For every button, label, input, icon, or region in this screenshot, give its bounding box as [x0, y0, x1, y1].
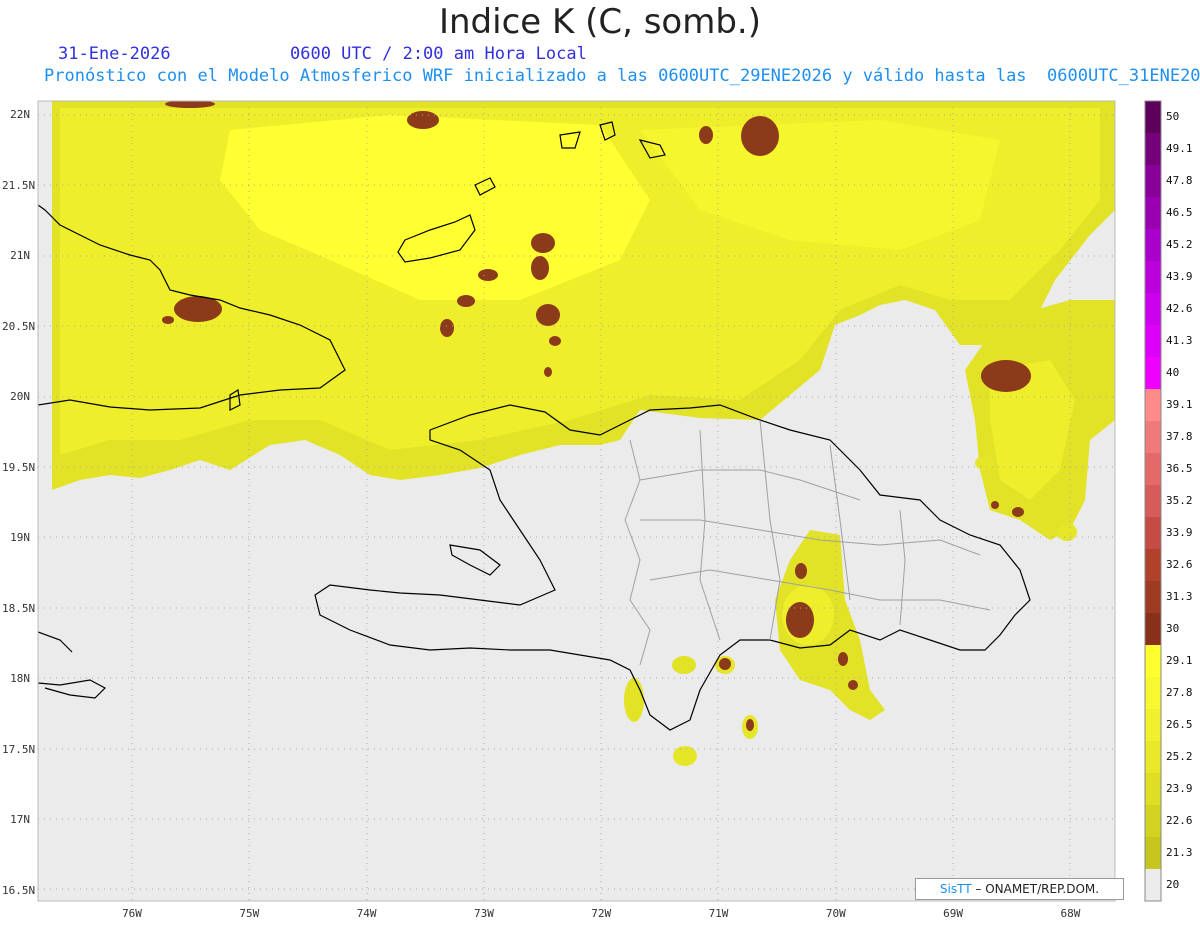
- credit-text: – ONAMET/REP.DOM.: [975, 882, 1100, 896]
- color-scale-label: 42.6: [1166, 302, 1193, 315]
- color-swatch: [1145, 709, 1161, 742]
- lat-label: 19.5N: [2, 460, 36, 474]
- lon-label: 73W: [473, 907, 494, 920]
- color-swatch: [1145, 357, 1161, 390]
- lon-label: 75W: [239, 907, 260, 920]
- color-swatch: [1145, 581, 1161, 614]
- lat-label: 18N: [10, 672, 30, 685]
- color-scale-label: 23.9: [1166, 782, 1193, 795]
- color-swatch: [1145, 197, 1161, 230]
- lat-label: 22N: [10, 108, 30, 121]
- color-swatch: [1145, 517, 1161, 550]
- color-swatch: [1145, 101, 1161, 134]
- color-swatch: [1145, 485, 1161, 518]
- color-swatch: [1145, 453, 1161, 486]
- color-scale-label: 39.1: [1166, 398, 1193, 411]
- color-scale-label: 32.6: [1166, 558, 1193, 571]
- lon-label: 76W: [122, 907, 142, 920]
- color-swatch: [1145, 133, 1161, 166]
- color-scale-label: 47.8: [1166, 174, 1193, 187]
- color-swatch: [1145, 165, 1161, 198]
- lon-label: 70W: [825, 907, 846, 920]
- lat-label: 21.5N: [2, 178, 36, 192]
- color-swatch: [1145, 677, 1161, 710]
- color-swatch: [1145, 645, 1161, 678]
- color-swatch: [1145, 229, 1161, 262]
- lat-label: 17.5N: [2, 742, 36, 756]
- lat-label: 20N: [10, 390, 30, 403]
- color-scale-label: 50: [1166, 110, 1180, 123]
- lon-label: 72W: [591, 907, 612, 920]
- lat-label: 21N: [10, 249, 30, 262]
- color-swatch: [1145, 325, 1161, 358]
- sistt-logo: SisTT: [939, 882, 972, 896]
- color-scale-label: 26.5: [1166, 718, 1193, 731]
- color-swatch: [1145, 741, 1161, 774]
- lon-label: 74W: [356, 907, 377, 920]
- color-swatch: [1145, 613, 1161, 646]
- color-swatch: [1145, 421, 1161, 454]
- color-scale-label: 36.5: [1166, 462, 1193, 475]
- color-scale-label: 37.8: [1166, 430, 1193, 443]
- lat-label: 20.5N: [2, 319, 36, 333]
- color-swatch: [1145, 389, 1161, 422]
- color-swatch: [1145, 869, 1161, 902]
- color-scale-label: 31.3: [1166, 590, 1193, 603]
- color-swatch: [1145, 773, 1161, 806]
- color-swatch: [1145, 837, 1161, 870]
- color-swatch: [1145, 549, 1161, 582]
- color-scale: [1144, 100, 1162, 902]
- lat-label: 18.5N: [2, 601, 36, 615]
- color-scale-label: 22.6: [1166, 814, 1193, 827]
- color-scale-label: 29.1: [1166, 654, 1193, 667]
- color-scale-label: 27.8: [1166, 686, 1193, 699]
- lon-label: 69W: [943, 907, 964, 920]
- color-scale-label: 25.2: [1166, 750, 1193, 763]
- lat-label: 19N: [10, 531, 30, 544]
- color-scale-label: 45.2: [1166, 238, 1193, 251]
- color-scale-label: 33.9: [1166, 526, 1193, 539]
- color-scale-label: 30: [1166, 622, 1180, 635]
- color-scale-label: 35.2: [1166, 494, 1193, 507]
- color-swatch: [1145, 805, 1161, 838]
- lon-label: 68W: [1060, 907, 1081, 920]
- color-scale-label: 20: [1166, 878, 1180, 891]
- color-swatch: [1145, 261, 1161, 294]
- color-scale-label: 49.1: [1166, 142, 1193, 155]
- color-scale-label: 41.3: [1166, 334, 1193, 347]
- lat-label: 17N: [10, 813, 30, 826]
- color-scale-label: 21.3: [1166, 846, 1193, 859]
- lat-label: 16.5N: [2, 883, 36, 897]
- color-scale-label: 40: [1166, 366, 1180, 379]
- color-scale-label: 46.5: [1166, 206, 1193, 219]
- color-scale-label: 43.9: [1166, 270, 1193, 283]
- k-index-map: [37, 100, 1162, 902]
- credit-box: SisTT – ONAMET/REP.DOM.: [915, 878, 1124, 900]
- lon-label: 71W: [708, 907, 729, 920]
- color-swatch: [1145, 293, 1161, 326]
